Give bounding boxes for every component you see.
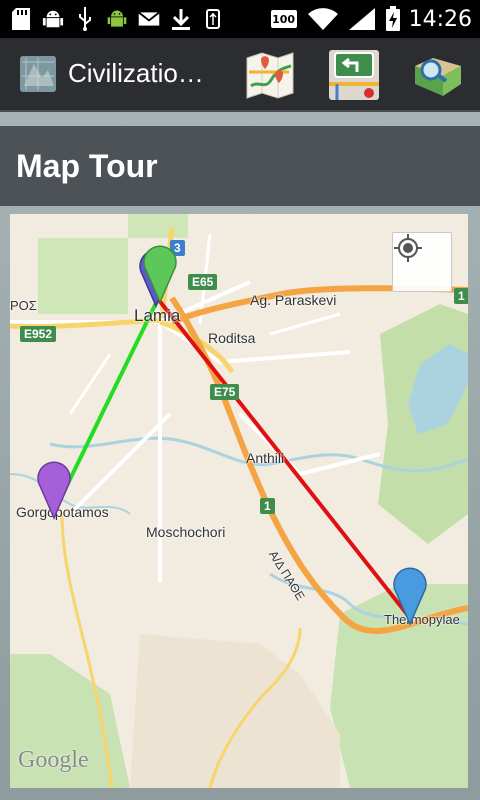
page-title: Map Tour bbox=[16, 148, 158, 184]
marker-gorgopotamos[interactable] bbox=[36, 456, 72, 520]
sd-card-icon bbox=[10, 8, 32, 30]
app-title: Civilizatio… bbox=[68, 58, 204, 88]
park-area bbox=[38, 238, 128, 314]
download-icon bbox=[170, 8, 192, 30]
signal-icon bbox=[347, 8, 377, 30]
navigation-icon bbox=[329, 50, 379, 100]
terrain-area bbox=[130, 634, 340, 788]
usb-connected-icon bbox=[202, 8, 224, 30]
system-icons: 100 14:26 bbox=[269, 6, 472, 32]
battery-100-icon: 100 bbox=[269, 8, 299, 30]
route-shield-e65: E65 bbox=[188, 274, 218, 290]
map-label-moschochori: Moschochori bbox=[146, 524, 226, 540]
map-label-anthili: Anthili bbox=[246, 450, 285, 466]
map-canvas bbox=[10, 214, 468, 788]
route-shield-1: 1 bbox=[260, 498, 275, 514]
google-attribution: Google bbox=[18, 747, 89, 773]
clock: 14:26 bbox=[408, 6, 472, 32]
map-search-icon bbox=[415, 58, 461, 96]
crosshair-icon bbox=[394, 234, 422, 262]
map-label-pros: ΡΟΣ bbox=[10, 298, 37, 313]
gmail-icon bbox=[138, 8, 160, 30]
park-area bbox=[128, 214, 188, 238]
navigation-button[interactable] bbox=[327, 48, 381, 102]
status-bar: 100 14:26 bbox=[0, 0, 480, 38]
route-shield-1-right: 1 bbox=[454, 288, 468, 304]
map-label-roditsa: Roditsa bbox=[208, 330, 256, 346]
wifi-icon bbox=[307, 8, 339, 30]
map-label-lamia: Lamia bbox=[134, 306, 181, 325]
map-label-ag-paraskevi: Ag. Paraskevi bbox=[250, 292, 337, 308]
battery-charging-icon bbox=[385, 6, 401, 31]
usb-icon bbox=[74, 7, 96, 31]
map-search-button[interactable] bbox=[411, 48, 465, 102]
my-location-button[interactable] bbox=[392, 232, 452, 292]
battery-percent: 100 bbox=[272, 13, 296, 26]
map-view[interactable]: 3 E65 E952 E75 1 1 Lamia Ag. Paraskevi R… bbox=[10, 214, 468, 788]
map-route-button[interactable] bbox=[243, 48, 297, 102]
marker-lamia[interactable] bbox=[142, 240, 178, 304]
route-shield-e75: E75 bbox=[210, 384, 240, 400]
app-icon[interactable] bbox=[20, 56, 56, 92]
map-route-icon bbox=[246, 52, 294, 99]
android-icon bbox=[106, 8, 128, 30]
action-bar: Civilizatio… bbox=[0, 38, 480, 112]
route-shield-e952: E952 bbox=[20, 326, 57, 342]
marker-thermopylae[interactable] bbox=[392, 562, 428, 626]
notification-icons bbox=[10, 6, 224, 32]
page-header: Map Tour bbox=[0, 126, 480, 206]
android-debug-icon bbox=[42, 8, 64, 30]
